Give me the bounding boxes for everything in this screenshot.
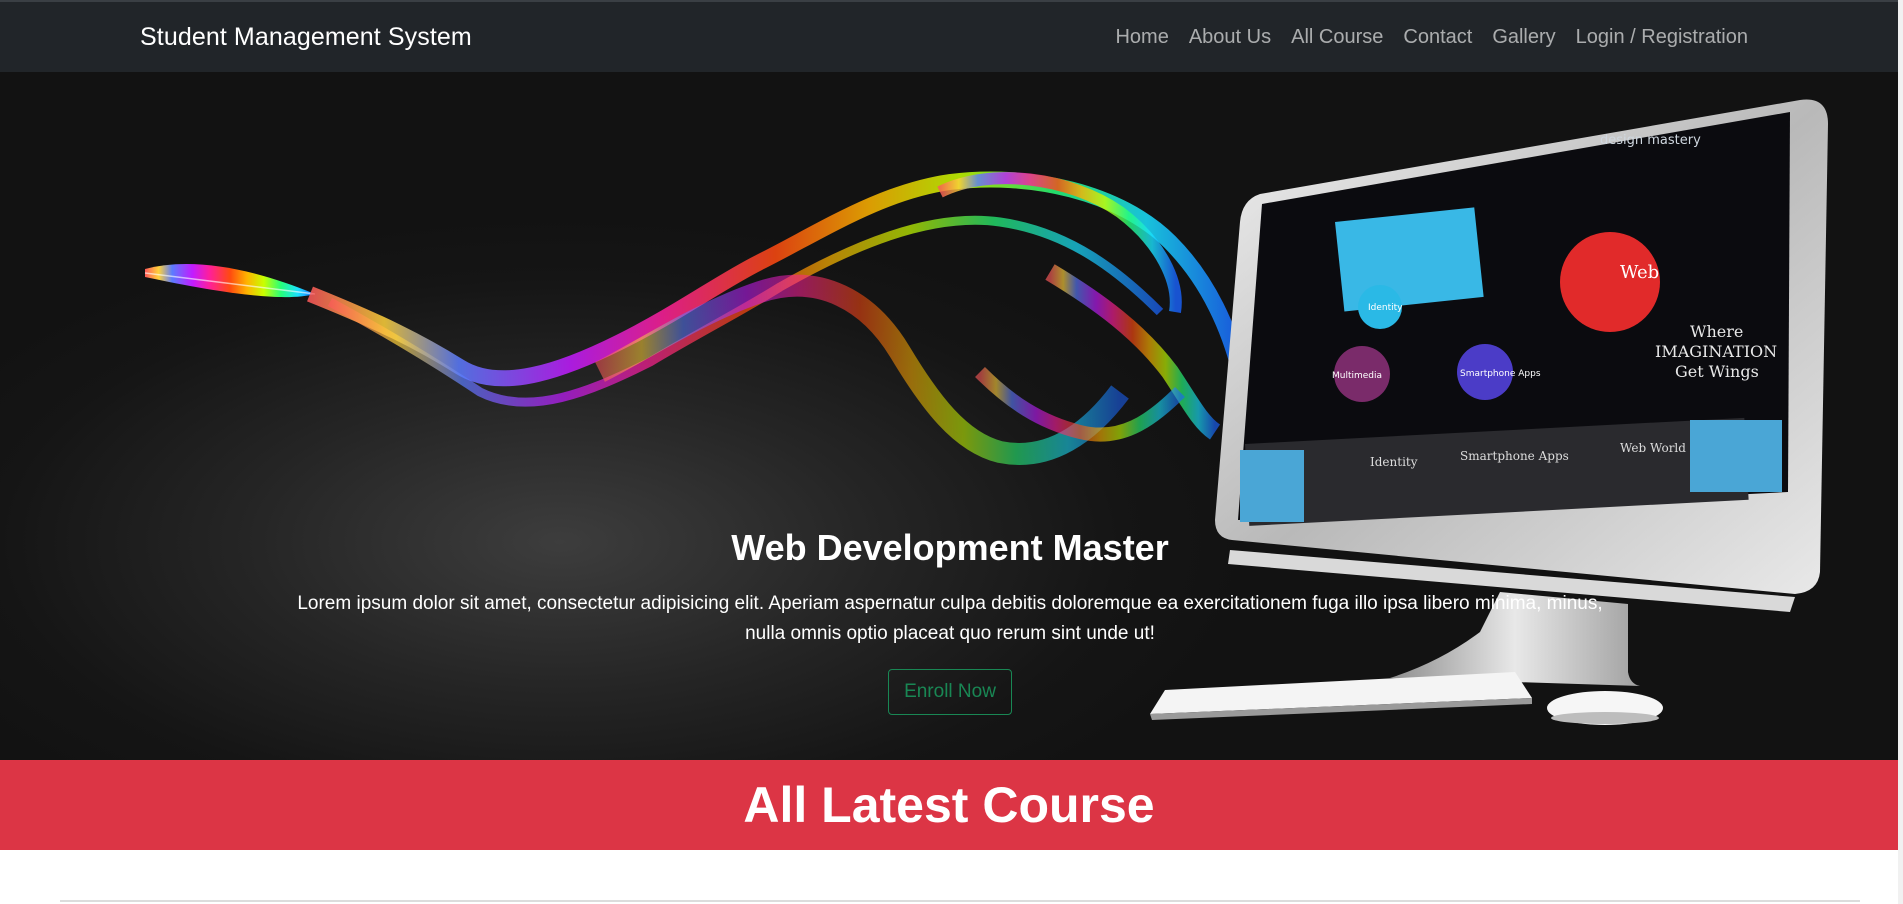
hero-carousel: Web design mastery Where IMAGINATION Get… [0, 72, 1898, 760]
nav-link-contact[interactable]: Contact [1403, 26, 1472, 49]
screen-panel-identity: Identity [1370, 455, 1418, 469]
rainbow-ribbon-graphic [307, 171, 1248, 465]
nav-link-all-course[interactable]: All Course [1291, 26, 1383, 49]
screen-tagline-imagination: IMAGINATION [1655, 342, 1777, 361]
nav-link-about-us[interactable]: About Us [1189, 26, 1271, 49]
screen-tagline-get-wings: Get Wings [1675, 362, 1759, 381]
screen-panel-web-world: Web World [1620, 441, 1686, 455]
screen-bubble-apps: Smartphone Apps [1460, 369, 1541, 379]
screen-bubble-identity: Identity [1368, 303, 1403, 313]
nav-link-gallery[interactable]: Gallery [1492, 26, 1555, 49]
screen-panel-smartphone-apps: Smartphone Apps [1460, 449, 1569, 463]
nav-links: Home About Us All Course Contact Gallery… [1115, 26, 1748, 49]
brand-link[interactable]: Student Management System [140, 23, 472, 52]
screen-bubble-multimedia: Multimedia [1332, 371, 1382, 381]
nav-link-home[interactable]: Home [1115, 26, 1168, 49]
latest-course-banner: All Latest Course [0, 760, 1898, 850]
hero-description: Lorem ipsum dolor sit amet, consectetur … [297, 593, 1603, 644]
feather-graphic [144, 263, 316, 298]
screen-bubble-web: Web [1620, 262, 1659, 283]
scrollbar[interactable] [1898, 0, 1903, 904]
enroll-now-button[interactable]: Enroll Now [888, 669, 1012, 715]
hero-caption: Web Development Master Lorem ipsum dolor… [250, 527, 1650, 715]
screen-tagline-where: Where [1690, 322, 1743, 341]
navbar: Student Management System Home About Us … [0, 0, 1898, 72]
section-title: All Latest Course [743, 777, 1155, 833]
hero-title: Web Development Master [731, 527, 1169, 568]
screen-brand-text: design mastery [1600, 133, 1701, 148]
content-divider [60, 900, 1860, 902]
nav-link-login-registration[interactable]: Login / Registration [1576, 26, 1748, 49]
page: Student Management System Home About Us … [0, 0, 1903, 904]
